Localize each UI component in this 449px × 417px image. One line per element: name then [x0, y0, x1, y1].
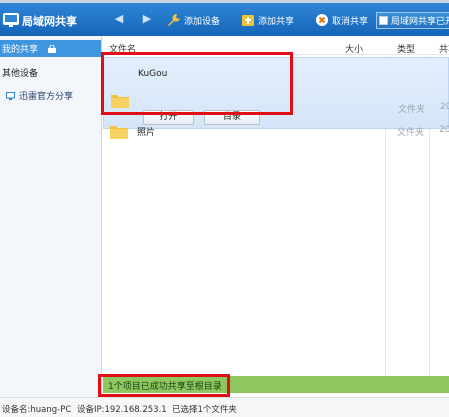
titlebar: 局域网共享 ◀ ▶ 添加设备 添加共享 取消共享 局域网共享已开启: [0, 3, 449, 36]
folder-icon: [111, 95, 129, 108]
cancel-share-label: 取消共享: [332, 16, 369, 27]
file-type: 文件夹: [397, 128, 425, 138]
add-share-button[interactable]: 添加共享: [241, 12, 294, 28]
device-ip: 设备IP:192.168.253.1: [77, 405, 167, 415]
file-name: KuGou: [138, 69, 168, 79]
file-list: 文件名 大小 类型 共享 KuGou 文件夹 20 打开 目录 照片 文件夹 2…: [103, 36, 449, 397]
add-device-label: 添加设备: [184, 16, 221, 27]
selection-count: 已选择1个文件夹: [172, 405, 237, 415]
share-status-toggle[interactable]: 局域网共享已开启: [376, 12, 449, 29]
add-share-label: 添加共享: [258, 16, 295, 27]
cancel-share-button[interactable]: 取消共享: [315, 12, 368, 28]
footer-bar: 设备名:huang-PC 设备IP:192.168.253.1 已选择1个文件夹: [0, 397, 449, 417]
other-devices-header: 其他设备: [2, 69, 39, 79]
add-device-button[interactable]: 添加设备: [167, 12, 220, 28]
folder-icon: [110, 126, 128, 139]
share-checkbox-icon: [379, 16, 388, 25]
file-row[interactable]: 照片 文件夹 20: [103, 118, 449, 140]
app-logo-icon: [3, 13, 19, 27]
sidebar-item-xunlei-share[interactable]: 迅雷官方分享: [6, 89, 73, 102]
forward-button[interactable]: ▶: [140, 12, 154, 26]
wrench-icon: [168, 14, 180, 26]
sidebar-item-my-share[interactable]: 我的共享: [0, 40, 101, 57]
cancel-icon: [316, 14, 328, 26]
share-status-label: 局域网共享已开启: [391, 17, 449, 27]
lock-icon: [48, 44, 57, 53]
sidebar-item-label: 迅雷官方分享: [19, 92, 74, 102]
monitor-icon: [6, 91, 15, 100]
column-size[interactable]: 大小: [345, 42, 363, 55]
file-date: 20: [440, 102, 449, 112]
column-header: 文件名 大小 类型 共享: [103, 38, 449, 55]
back-button[interactable]: ◀: [112, 12, 126, 26]
sidebar: 我的共享 其他设备 迅雷官方分享: [0, 36, 102, 397]
file-type: 文件夹: [398, 105, 426, 115]
column-name[interactable]: 文件名: [109, 42, 136, 55]
device-name: 设备名:huang-PC: [2, 405, 72, 415]
file-date: 20: [439, 125, 449, 135]
column-type[interactable]: 类型: [397, 42, 415, 55]
sidebar-item-label: 我的共享: [2, 45, 39, 55]
file-name: 照片: [137, 128, 156, 138]
status-message: 1个项目已成功共享至根目录: [108, 382, 222, 392]
add-share-icon: [242, 15, 254, 26]
app-title: 局域网共享: [22, 15, 77, 28]
column-shared[interactable]: 共享: [439, 42, 449, 55]
